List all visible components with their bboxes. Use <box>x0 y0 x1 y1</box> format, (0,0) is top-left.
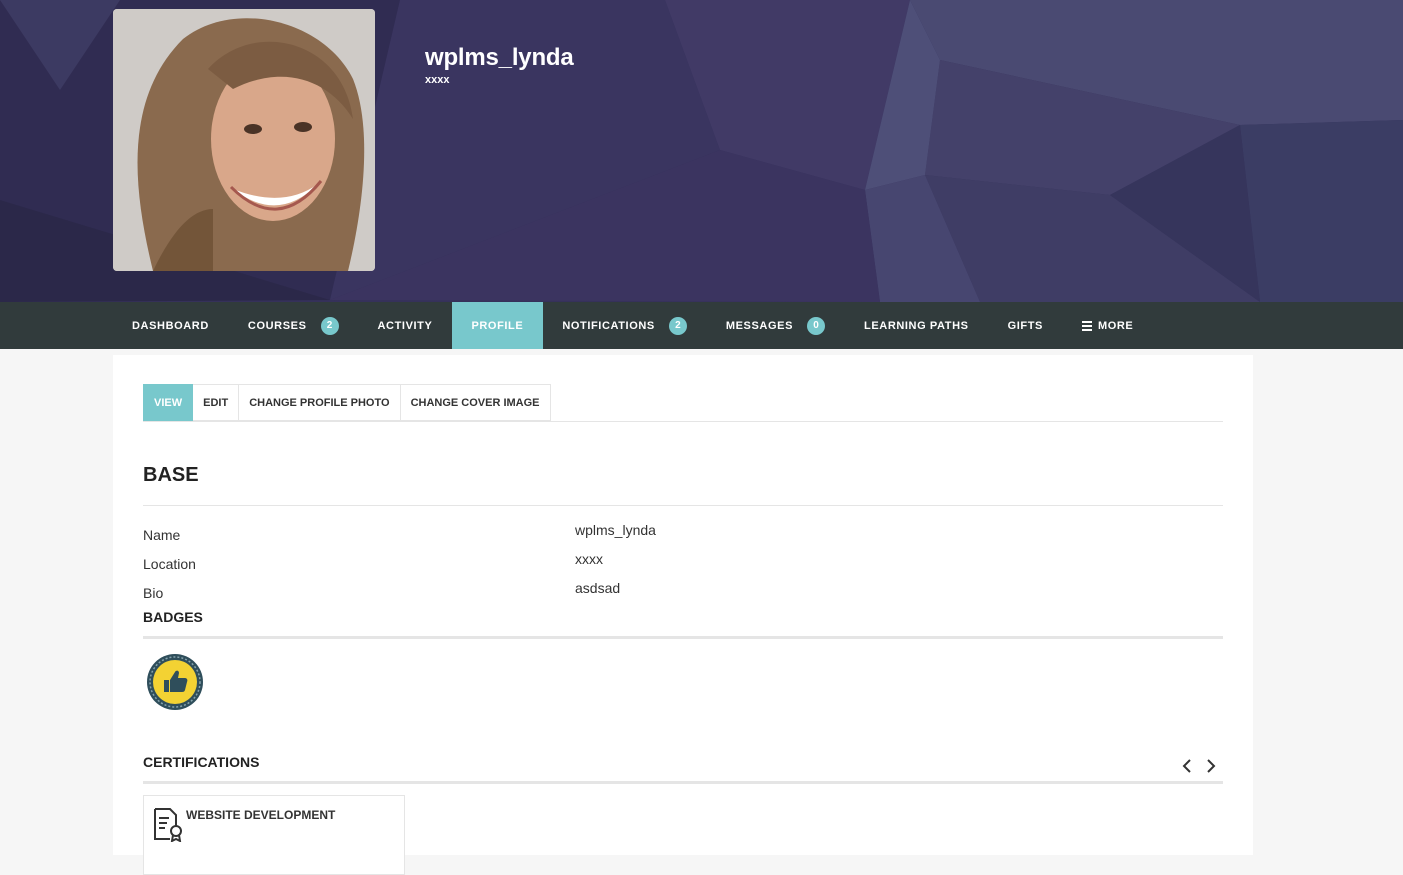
chevron-right-icon[interactable] <box>1205 758 1217 774</box>
certifications-title: CERTIFICATIONS <box>143 754 260 770</box>
certificate-icon <box>154 808 182 842</box>
certification-title: WEBSITE DEVELOPMENT <box>186 808 336 822</box>
nav-item-label: NOTIFICATIONS <box>562 319 655 332</box>
base-section-title: BASE <box>143 464 199 486</box>
certifications-divider <box>143 781 1223 784</box>
profile-nav-bar: DASHBOARD COURSES 2 ACTIVITY PROFILE NOT… <box>0 302 1403 349</box>
profile-subtabs: VIEW EDIT CHANGE PROFILE PHOTO CHANGE CO… <box>143 384 1223 422</box>
subtab-change-profile-photo[interactable]: CHANGE PROFILE PHOTO <box>239 384 401 421</box>
notifications-count-badge: 2 <box>668 316 687 335</box>
field-value-name: wplms_lynda <box>575 522 656 538</box>
certification-card[interactable]: WEBSITE DEVELOPMENT <box>143 795 405 875</box>
nav-item-label: MORE <box>1097 319 1134 332</box>
messages-count-badge: 0 <box>807 316 826 335</box>
profile-username: wplms_lynda <box>425 44 574 71</box>
chevron-left-icon[interactable] <box>1181 758 1193 774</box>
nav-item-more[interactable]: MORE <box>1063 302 1153 349</box>
nav-item-label: COURSES <box>247 319 307 332</box>
field-label-location: Location <box>143 556 196 572</box>
nav-item-courses[interactable]: COURSES 2 <box>229 302 359 349</box>
nav-item-dashboard[interactable]: DASHBOARD <box>113 302 229 349</box>
nav-item-label: MESSAGES <box>725 319 794 332</box>
certifications-carousel-controls <box>1181 758 1217 774</box>
nav-item-activity[interactable]: ACTIVITY <box>359 302 453 349</box>
subtab-edit[interactable]: EDIT <box>193 384 240 421</box>
profile-cover: wplms_lynda xxxx <box>0 0 1403 302</box>
subtab-change-cover-image[interactable]: CHANGE COVER IMAGE <box>400 384 551 421</box>
nav-item-notifications[interactable]: NOTIFICATIONS 2 <box>543 302 707 349</box>
nav-item-learning-paths[interactable]: LEARNING PATHS <box>845 302 989 349</box>
courses-count-badge: 2 <box>320 316 339 335</box>
nav-item-label: DASHBOARD <box>132 319 209 332</box>
field-label-bio: Bio <box>143 585 164 601</box>
nav-item-label: ACTIVITY <box>377 319 433 332</box>
nav-item-label: GIFTS <box>1007 319 1043 332</box>
menu-icon <box>1081 319 1092 333</box>
badges-title: BADGES <box>143 609 203 625</box>
nav-item-gifts[interactable]: GIFTS <box>989 302 1063 349</box>
field-label-name: Name <box>143 527 181 543</box>
profile-avatar[interactable] <box>113 9 375 271</box>
nav-item-label: LEARNING PATHS <box>864 319 969 332</box>
avatar-photo <box>113 9 375 271</box>
nav-item-profile[interactable]: PROFILE <box>452 302 544 349</box>
thumbs-up-badge-icon[interactable] <box>146 653 204 711</box>
nav-item-messages[interactable]: MESSAGES 0 <box>707 302 845 349</box>
profile-content-panel: VIEW EDIT CHANGE PROFILE PHOTO CHANGE CO… <box>113 355 1253 875</box>
profile-subtitle: xxxx <box>425 74 450 86</box>
badges-divider <box>143 636 1223 639</box>
subtab-view[interactable]: VIEW <box>143 384 194 421</box>
field-value-bio: asdsad <box>575 580 621 596</box>
base-divider <box>143 505 1223 506</box>
nav-item-label: PROFILE <box>471 319 524 332</box>
field-value-location: xxxx <box>575 551 603 567</box>
